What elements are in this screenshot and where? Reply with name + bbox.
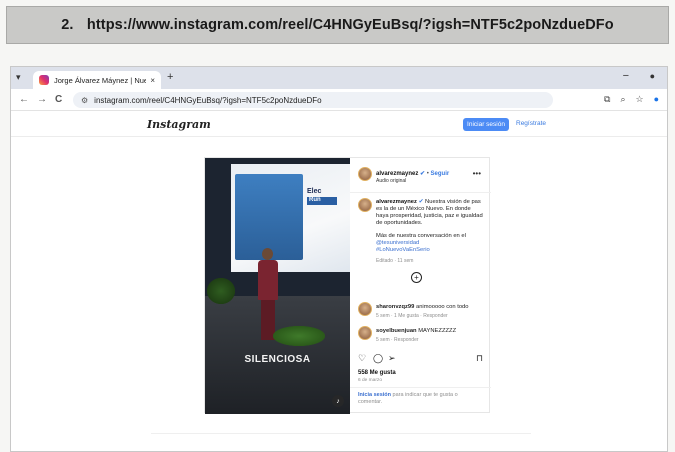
- tab-search-icon[interactable]: ▾: [16, 72, 21, 83]
- reel-panel: Elec Run SILENCIOSA ♪ alvarezmaynez ✔ • …: [204, 157, 491, 414]
- post-actions: ♡ ◯ ➢ ⊓: [358, 353, 483, 365]
- instagram-favicon-icon: [39, 75, 49, 85]
- screen-text-2: Run: [307, 197, 337, 205]
- minimize-button[interactable]: −: [623, 70, 629, 82]
- post-date: 6 de marzo: [358, 378, 382, 383]
- verified-badge-icon: ✔: [420, 171, 426, 177]
- caption-avatar[interactable]: [358, 198, 372, 212]
- comment-text: animooooo con todo: [415, 304, 469, 310]
- login-prompt-link[interactable]: Inicia sesión: [358, 392, 391, 398]
- post-sidebar: alvarezmaynez ✔ • Seguir Audio original …: [350, 158, 491, 414]
- register-link[interactable]: Regístrate: [516, 120, 546, 127]
- new-tab-button[interactable]: +: [167, 71, 173, 83]
- comment-meta[interactable]: 5 sem · 1 Me gusta · Responder: [376, 313, 486, 319]
- caption-banner: 2. https://www.instagram.com/reel/C4HNGy…: [6, 6, 669, 44]
- caption-url: https://www.instagram.com/reel/C4HNGyEuB…: [86, 17, 614, 33]
- comment-avatar[interactable]: [358, 302, 372, 316]
- caption-username[interactable]: alvarezmaynez: [376, 199, 417, 205]
- bookmark-star-icon[interactable]: ☆: [635, 94, 643, 105]
- comment-meta[interactable]: 5 sem · Responder: [376, 337, 486, 343]
- divider: [151, 433, 531, 434]
- tab-bar: ▾ Jorge Álvarez Máynez | Nuevo × + − ●: [11, 67, 667, 89]
- instagram-header: Instagram Iniciar sesión Regístrate: [11, 111, 667, 137]
- open-in-app-icon[interactable]: ⧉: [604, 94, 610, 105]
- screen-text-1: Elec: [307, 188, 322, 195]
- post-header-user: alvarezmaynez ✔ • Seguir: [376, 171, 450, 177]
- verified-badge-icon: ✔: [418, 199, 424, 205]
- video-overlay-caption: SILENCIOSA: [244, 354, 311, 365]
- zoom-icon[interactable]: ⌕: [620, 94, 625, 105]
- tab-close-icon[interactable]: ×: [150, 76, 155, 85]
- caption-more: Más de nuestra conversación en el: [376, 233, 466, 239]
- browser-window: ▾ Jorge Álvarez Máynez | Nuevo × + − ● ←…: [10, 66, 668, 452]
- back-button[interactable]: ←: [19, 94, 29, 105]
- login-prompt: Inicia sesión para indicar que te gusta …: [358, 392, 478, 406]
- tab-title: Jorge Álvarez Máynez | Nuevo: [54, 75, 147, 85]
- comment-username[interactable]: soyelbuenjuan: [376, 328, 417, 334]
- toolbar-right: ⧉ ⌕ ☆ ●: [604, 94, 659, 105]
- edited-label: Editado · 11 sem: [376, 258, 414, 264]
- divider: [350, 387, 491, 388]
- comment-icon[interactable]: ◯: [373, 353, 383, 364]
- forward-button[interactable]: →: [37, 94, 47, 105]
- load-more-comments-icon[interactable]: +: [411, 272, 422, 283]
- hashtag-link[interactable]: #LoNuevoVaEnSerio: [376, 247, 484, 254]
- audio-label[interactable]: Audio original: [376, 178, 406, 184]
- window-menu-icon[interactable]: ●: [650, 71, 655, 81]
- browser-tab[interactable]: Jorge Álvarez Máynez | Nuevo ×: [33, 71, 161, 89]
- follow-button[interactable]: Seguir: [431, 171, 450, 177]
- divider: [350, 192, 491, 193]
- username-link[interactable]: alvarezmaynez: [376, 171, 418, 177]
- heart-icon[interactable]: ♡: [358, 353, 366, 364]
- reel-video[interactable]: Elec Run SILENCIOSA ♪: [205, 158, 350, 414]
- share-icon[interactable]: ➢: [388, 353, 396, 364]
- stage-plant-left: [207, 278, 235, 304]
- instagram-logo[interactable]: Instagram: [147, 118, 211, 131]
- profile-icon[interactable]: ●: [654, 94, 659, 105]
- audio-toggle-icon[interactable]: ♪: [332, 395, 344, 407]
- post-caption: alvarezmaynez ✔ Nuestra visión de pas es…: [376, 199, 484, 265]
- comment-username[interactable]: sharonvzqz99: [376, 304, 414, 310]
- screenshot-page: 2. https://www.instagram.com/reel/C4HNGy…: [0, 0, 675, 452]
- address-url: instagram.com/reel/C4HNGyEuBsq/?igsh=NTF…: [94, 95, 322, 105]
- list-item: sharonvzqz99 animooooo con todo 5 sem · …: [376, 304, 486, 319]
- stage-plants: [273, 326, 325, 346]
- address-bar[interactable]: ⚙ instagram.com/reel/C4HNGyEuBsq/?igsh=N…: [73, 92, 553, 108]
- avatar[interactable]: [358, 167, 372, 181]
- reload-button[interactable]: C: [55, 94, 62, 105]
- more-options-icon[interactable]: •••: [473, 169, 481, 178]
- login-button[interactable]: Iniciar sesión: [463, 118, 509, 131]
- address-bar-row: ← → C ⚙ instagram.com/reel/C4HNGyEuBsq/?…: [11, 89, 667, 111]
- save-icon[interactable]: ⊓: [476, 353, 483, 364]
- mention-link[interactable]: @tesuniversidad: [376, 240, 484, 247]
- list-item: soyelbuenjuan MAYNEZZZZZ 5 sem · Respond…: [376, 328, 486, 343]
- site-info-icon[interactable]: ⚙: [81, 96, 88, 105]
- likes-count[interactable]: 558 Me gusta: [358, 370, 396, 376]
- caption-number: 2.: [61, 17, 74, 33]
- comment-avatar[interactable]: [358, 326, 372, 340]
- comment-text: MAYNEZZZZZ: [418, 328, 457, 334]
